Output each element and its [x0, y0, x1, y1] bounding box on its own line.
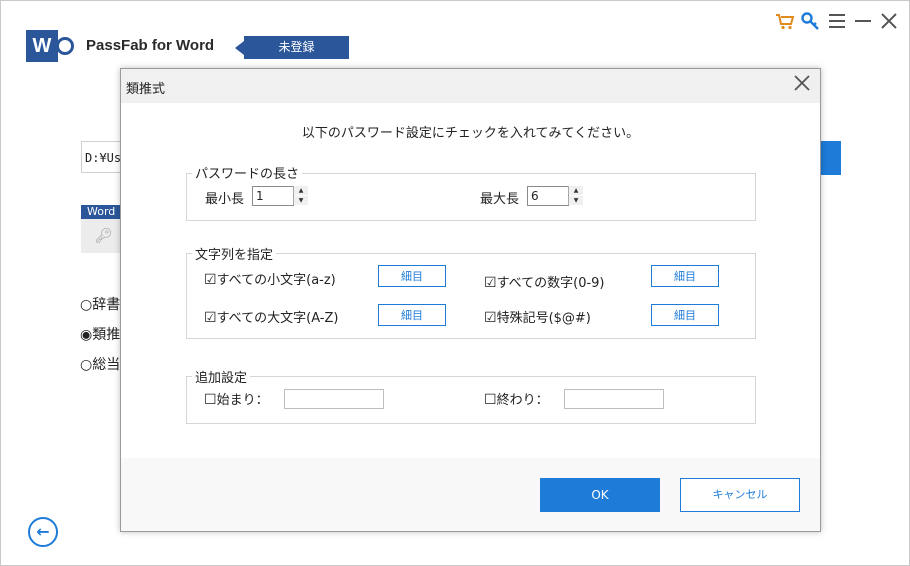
mode-label: 総当: [92, 357, 121, 373]
option-label: すべての小文字(a-z): [216, 273, 336, 288]
checkbox-checked-icon: ☑: [484, 310, 497, 326]
uppercase-option[interactable]: ☑すべての大文字(A-Z): [204, 307, 338, 326]
mode-bruteforce[interactable]: ○総当: [80, 354, 120, 374]
logo-letter: W: [32, 35, 52, 57]
analogy-dialog: 類推式 以下のパスワード設定にチェックを入れてみてください。 パスワードの長さ …: [120, 68, 821, 532]
option-label: 特殊記号($@#): [496, 311, 591, 326]
length-legend: パスワードの長さ: [192, 163, 303, 182]
uppercase-detail-button[interactable]: 細目: [378, 304, 446, 326]
special-chars-option[interactable]: ☑特殊記号($@#): [484, 307, 591, 326]
checkbox-checked-icon: ☑: [484, 275, 497, 291]
lowercase-detail-button[interactable]: 細目: [378, 265, 446, 287]
charset-legend: 文字列を指定: [192, 244, 277, 263]
lowercase-option[interactable]: ☑すべての小文字(a-z): [204, 269, 336, 288]
badge-arrow: [235, 41, 244, 55]
radio-icon: ○: [80, 357, 93, 373]
min-up-icon[interactable]: ▲: [293, 186, 308, 195]
lock-icon: 🔑︎: [81, 219, 121, 253]
max-up-icon[interactable]: ▲: [568, 186, 583, 195]
open-file-button[interactable]: [819, 141, 841, 175]
min-down-icon[interactable]: ▼: [293, 196, 308, 205]
minimize-icon[interactable]: [853, 11, 873, 31]
max-down-icon[interactable]: ▼: [568, 196, 583, 205]
min-length-value: 1: [256, 189, 264, 203]
option-label: すべての大文字(A-Z): [216, 311, 339, 326]
mode-dictionary[interactable]: ○辞書: [80, 294, 120, 314]
extra-group: [186, 376, 756, 424]
cancel-button[interactable]: キャンセル: [680, 478, 800, 512]
mode-label: 類推: [92, 327, 121, 343]
app-title: PassFab for Word: [86, 37, 215, 54]
radio-icon: ○: [80, 297, 93, 313]
checkbox-empty-icon: ☐: [484, 392, 497, 408]
option-label: すべての数字(0-9): [496, 276, 605, 291]
menu-icon[interactable]: [827, 11, 847, 31]
logo-ring-icon: [56, 37, 74, 55]
starts-with-option[interactable]: ☐始まり：: [204, 389, 269, 408]
dialog-titlebar: 類推式: [121, 69, 820, 103]
checkbox-empty-icon: ☐: [204, 392, 217, 408]
ends-with-option[interactable]: ☐終わり：: [484, 389, 549, 408]
digits-detail-button[interactable]: 細目: [651, 265, 719, 287]
registration-badge[interactable]: 未登録: [244, 36, 349, 59]
mode-label: 辞書: [92, 297, 121, 313]
app-window: W PassFab for Word 未登録 D:¥Us Word 🔑︎ ○辞書…: [0, 0, 910, 566]
checkbox-checked-icon: ☑: [204, 310, 217, 326]
ok-button[interactable]: OK: [540, 478, 660, 512]
word-file-label: Word: [81, 205, 121, 219]
dialog-close-icon[interactable]: [793, 74, 811, 96]
digits-option[interactable]: ☑すべての数字(0-9): [484, 272, 605, 291]
cart-icon[interactable]: [775, 11, 795, 31]
min-length-label: 最小長: [205, 192, 245, 207]
extra-legend: 追加設定: [192, 367, 251, 386]
ends-with-input[interactable]: [564, 389, 664, 409]
key-icon[interactable]: [800, 11, 820, 31]
min-length-spinner[interactable]: 1: [252, 186, 294, 206]
starts-with-input[interactable]: [284, 389, 384, 409]
mode-analogy[interactable]: ◉類推: [80, 324, 120, 344]
special-detail-button[interactable]: 細目: [651, 304, 719, 326]
instruction-text: 以下のパスワード設定にチェックを入れてみてください。: [301, 126, 640, 141]
max-length-value: 6: [531, 189, 539, 203]
dialog-title: 類推式: [126, 82, 166, 97]
max-length-label: 最大長: [480, 192, 520, 207]
app-logo: W: [26, 30, 58, 62]
close-icon[interactable]: [879, 11, 899, 31]
back-arrow-icon[interactable]: ←: [28, 517, 58, 547]
radio-selected-icon: ◉: [80, 327, 93, 343]
option-label: 終わり：: [496, 393, 549, 408]
option-label: 始まり：: [216, 393, 269, 408]
checkbox-checked-icon: ☑: [204, 272, 217, 288]
max-length-spinner[interactable]: 6: [527, 186, 569, 206]
